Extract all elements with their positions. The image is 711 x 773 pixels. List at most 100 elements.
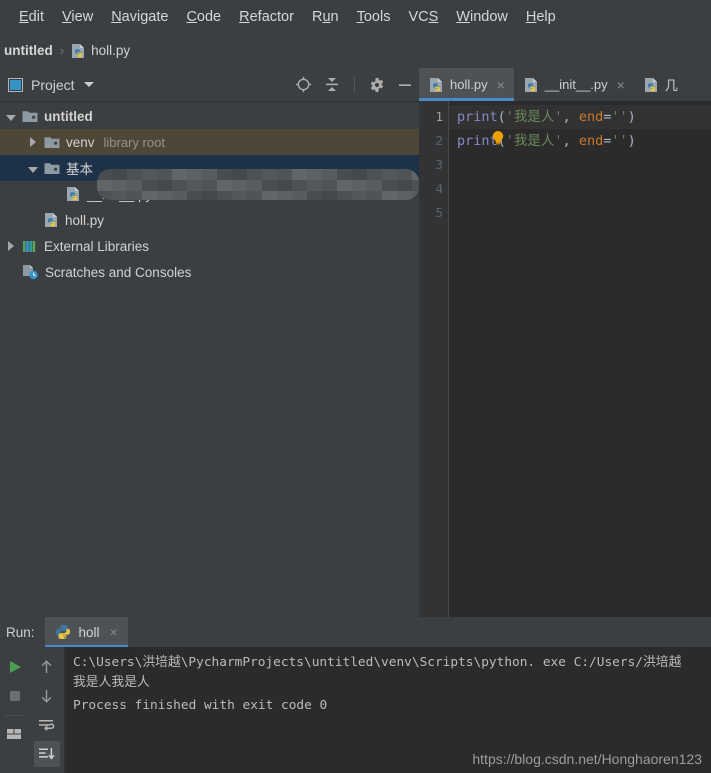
- chevron-down-icon[interactable]: [83, 82, 94, 87]
- menu-item-vcs[interactable]: VCS: [399, 7, 447, 27]
- code-content[interactable]: print('我是人', end='') print('我是人', end=''): [449, 101, 711, 617]
- project-panel-header: Project: [0, 68, 419, 102]
- up-arrow-icon[interactable]: [34, 654, 60, 680]
- libraries-icon: [22, 239, 38, 254]
- line-number: 4: [435, 181, 443, 196]
- line-number: 3: [435, 157, 443, 172]
- toolbar-divider: [354, 76, 355, 93]
- watermark-url: https://blog.csdn.net/Honghaoren123: [472, 751, 702, 767]
- python-file-icon: [644, 77, 659, 93]
- tree-row-label: 基本: [66, 162, 93, 177]
- run-tab-label: holl: [78, 624, 100, 640]
- scratches-icon: [22, 264, 39, 280]
- run-toolbar-secondary: [29, 647, 65, 773]
- python-file-icon: [71, 43, 86, 59]
- close-icon[interactable]: ×: [617, 78, 625, 92]
- run-panel-header: Run: holl ×: [0, 617, 711, 647]
- python-file-icon: [66, 186, 81, 202]
- tree-row[interactable]: untitled: [0, 103, 419, 129]
- line-number-gutter: 1 2 3 4 5: [419, 101, 449, 617]
- tree-row[interactable]: 基本: [0, 155, 419, 181]
- editor-tab[interactable]: holl.py ×: [419, 68, 514, 101]
- toolbar-divider: [4, 715, 25, 716]
- breadcrumb-project[interactable]: untitled: [4, 43, 53, 58]
- code-editor[interactable]: 1 2 3 4 5 print('我是人', end='') print('我是人', e…: [419, 101, 711, 617]
- run-panel-body: C:\Users\洪培越\PycharmProjects\untitled\ve…: [0, 647, 711, 773]
- tree-row[interactable]: __init__.py: [0, 181, 419, 207]
- project-tree: untitled venv library root 基本 __init__.pyhol…: [0, 102, 419, 285]
- python-file-icon: [524, 77, 539, 93]
- tree-row[interactable]: venv library root: [0, 129, 419, 155]
- down-arrow-icon[interactable]: [34, 683, 60, 709]
- menu-item-refactor[interactable]: Refactor: [230, 7, 303, 27]
- tree-row-label: untitled: [44, 108, 93, 124]
- project-view-icon: [8, 77, 23, 92]
- editor-tab[interactable]: 几: [633, 68, 687, 101]
- run-toolbar-primary: [0, 647, 29, 773]
- menu-item-help[interactable]: Help: [517, 7, 565, 27]
- project-panel: Project untitled venv library root 基本 __…: [0, 68, 419, 617]
- menu-item-code[interactable]: Code: [177, 7, 230, 27]
- editor-tab-label: holl.py: [450, 77, 488, 92]
- python-logo-icon: [55, 624, 71, 640]
- tree-row-label: Scratches and Consoles: [45, 264, 192, 280]
- chevron-right-icon[interactable]: [26, 135, 40, 150]
- print-icon[interactable]: [2, 721, 28, 747]
- menu-item-view[interactable]: View: [53, 7, 102, 27]
- run-tab-holl[interactable]: holl ×: [44, 617, 128, 647]
- minimize-icon[interactable]: [397, 77, 413, 93]
- chevron-down-icon[interactable]: [26, 161, 40, 176]
- target-icon[interactable]: [295, 76, 312, 93]
- breadcrumb-file[interactable]: holl.py: [91, 43, 130, 58]
- console-line: C:\Users\洪培越\PycharmProjects\untitled\ve…: [73, 655, 682, 670]
- console-line: Process finished with exit code 0: [73, 698, 328, 713]
- python-file-icon: [44, 212, 59, 228]
- editor-area: holl.py × __init__.py × 几 1 2 3 4 5 print('我是人',…: [419, 68, 711, 617]
- tree-row[interactable]: External Libraries: [0, 233, 419, 259]
- pycharm-window: Edit View Navigate Code Refactor Run Tools VCS W…: [0, 0, 711, 773]
- editor-tab-label: __init__.py: [544, 77, 608, 92]
- tree-row-label: __init__.py: [87, 186, 153, 202]
- project-panel-title: Project: [31, 76, 75, 93]
- console-line: 我是人我是人: [73, 675, 150, 690]
- menu-bar: Edit View Navigate Code Refactor Run Tools VCS W…: [0, 0, 711, 33]
- run-panel: Run: holl × C:\Users\洪培越\PycharmProjects…: [0, 617, 711, 773]
- menu-item-window[interactable]: Window: [447, 7, 517, 27]
- menu-item-run[interactable]: Run: [303, 7, 348, 27]
- chevron-down-icon[interactable]: [4, 109, 18, 124]
- close-icon[interactable]: ×: [497, 78, 505, 92]
- folder-project-icon: [22, 109, 38, 123]
- menu-item-edit[interactable]: Edit: [10, 7, 53, 27]
- soft-wrap-icon[interactable]: [34, 712, 60, 738]
- stop-icon[interactable]: [2, 683, 28, 709]
- tree-row[interactable]: Scratches and Consoles: [0, 259, 419, 285]
- tree-row-sublabel: library root: [103, 134, 165, 150]
- console-output[interactable]: C:\Users\洪培越\PycharmProjects\untitled\ve…: [65, 647, 711, 773]
- intention-bulb-icon[interactable]: [491, 130, 505, 146]
- gear-icon[interactable]: [369, 77, 385, 93]
- editor-tab-bar: holl.py × __init__.py × 几: [419, 68, 711, 101]
- tree-row-label: holl.py: [65, 212, 105, 228]
- folder-module-icon: [44, 161, 60, 175]
- code-line[interactable]: print('我是人', end=''): [449, 129, 711, 153]
- editor-tab[interactable]: __init__.py ×: [513, 68, 634, 101]
- python-file-icon: [429, 77, 444, 93]
- breadcrumb: untitled › holl.py: [0, 33, 711, 68]
- breadcrumb-separator: ›: [59, 43, 65, 58]
- line-number: 5: [435, 205, 443, 220]
- run-icon[interactable]: [2, 654, 28, 680]
- chevron-right-icon[interactable]: [4, 239, 18, 254]
- editor-tab-label: 几: [664, 78, 678, 93]
- tree-row-label: External Libraries: [44, 238, 150, 254]
- scroll-to-end-icon[interactable]: [33, 741, 60, 767]
- line-number: 2: [435, 133, 443, 148]
- tree-row[interactable]: holl.py: [0, 207, 419, 233]
- line-number: 1: [435, 109, 443, 124]
- menu-item-tools[interactable]: Tools: [348, 7, 400, 27]
- tree-row-label: venv: [66, 134, 95, 150]
- run-panel-label: Run:: [6, 624, 35, 640]
- close-icon[interactable]: ×: [110, 625, 118, 639]
- code-line[interactable]: print('我是人', end=''): [449, 105, 711, 129]
- menu-item-navigate[interactable]: Navigate: [102, 7, 177, 27]
- collapse-all-icon[interactable]: [324, 76, 340, 93]
